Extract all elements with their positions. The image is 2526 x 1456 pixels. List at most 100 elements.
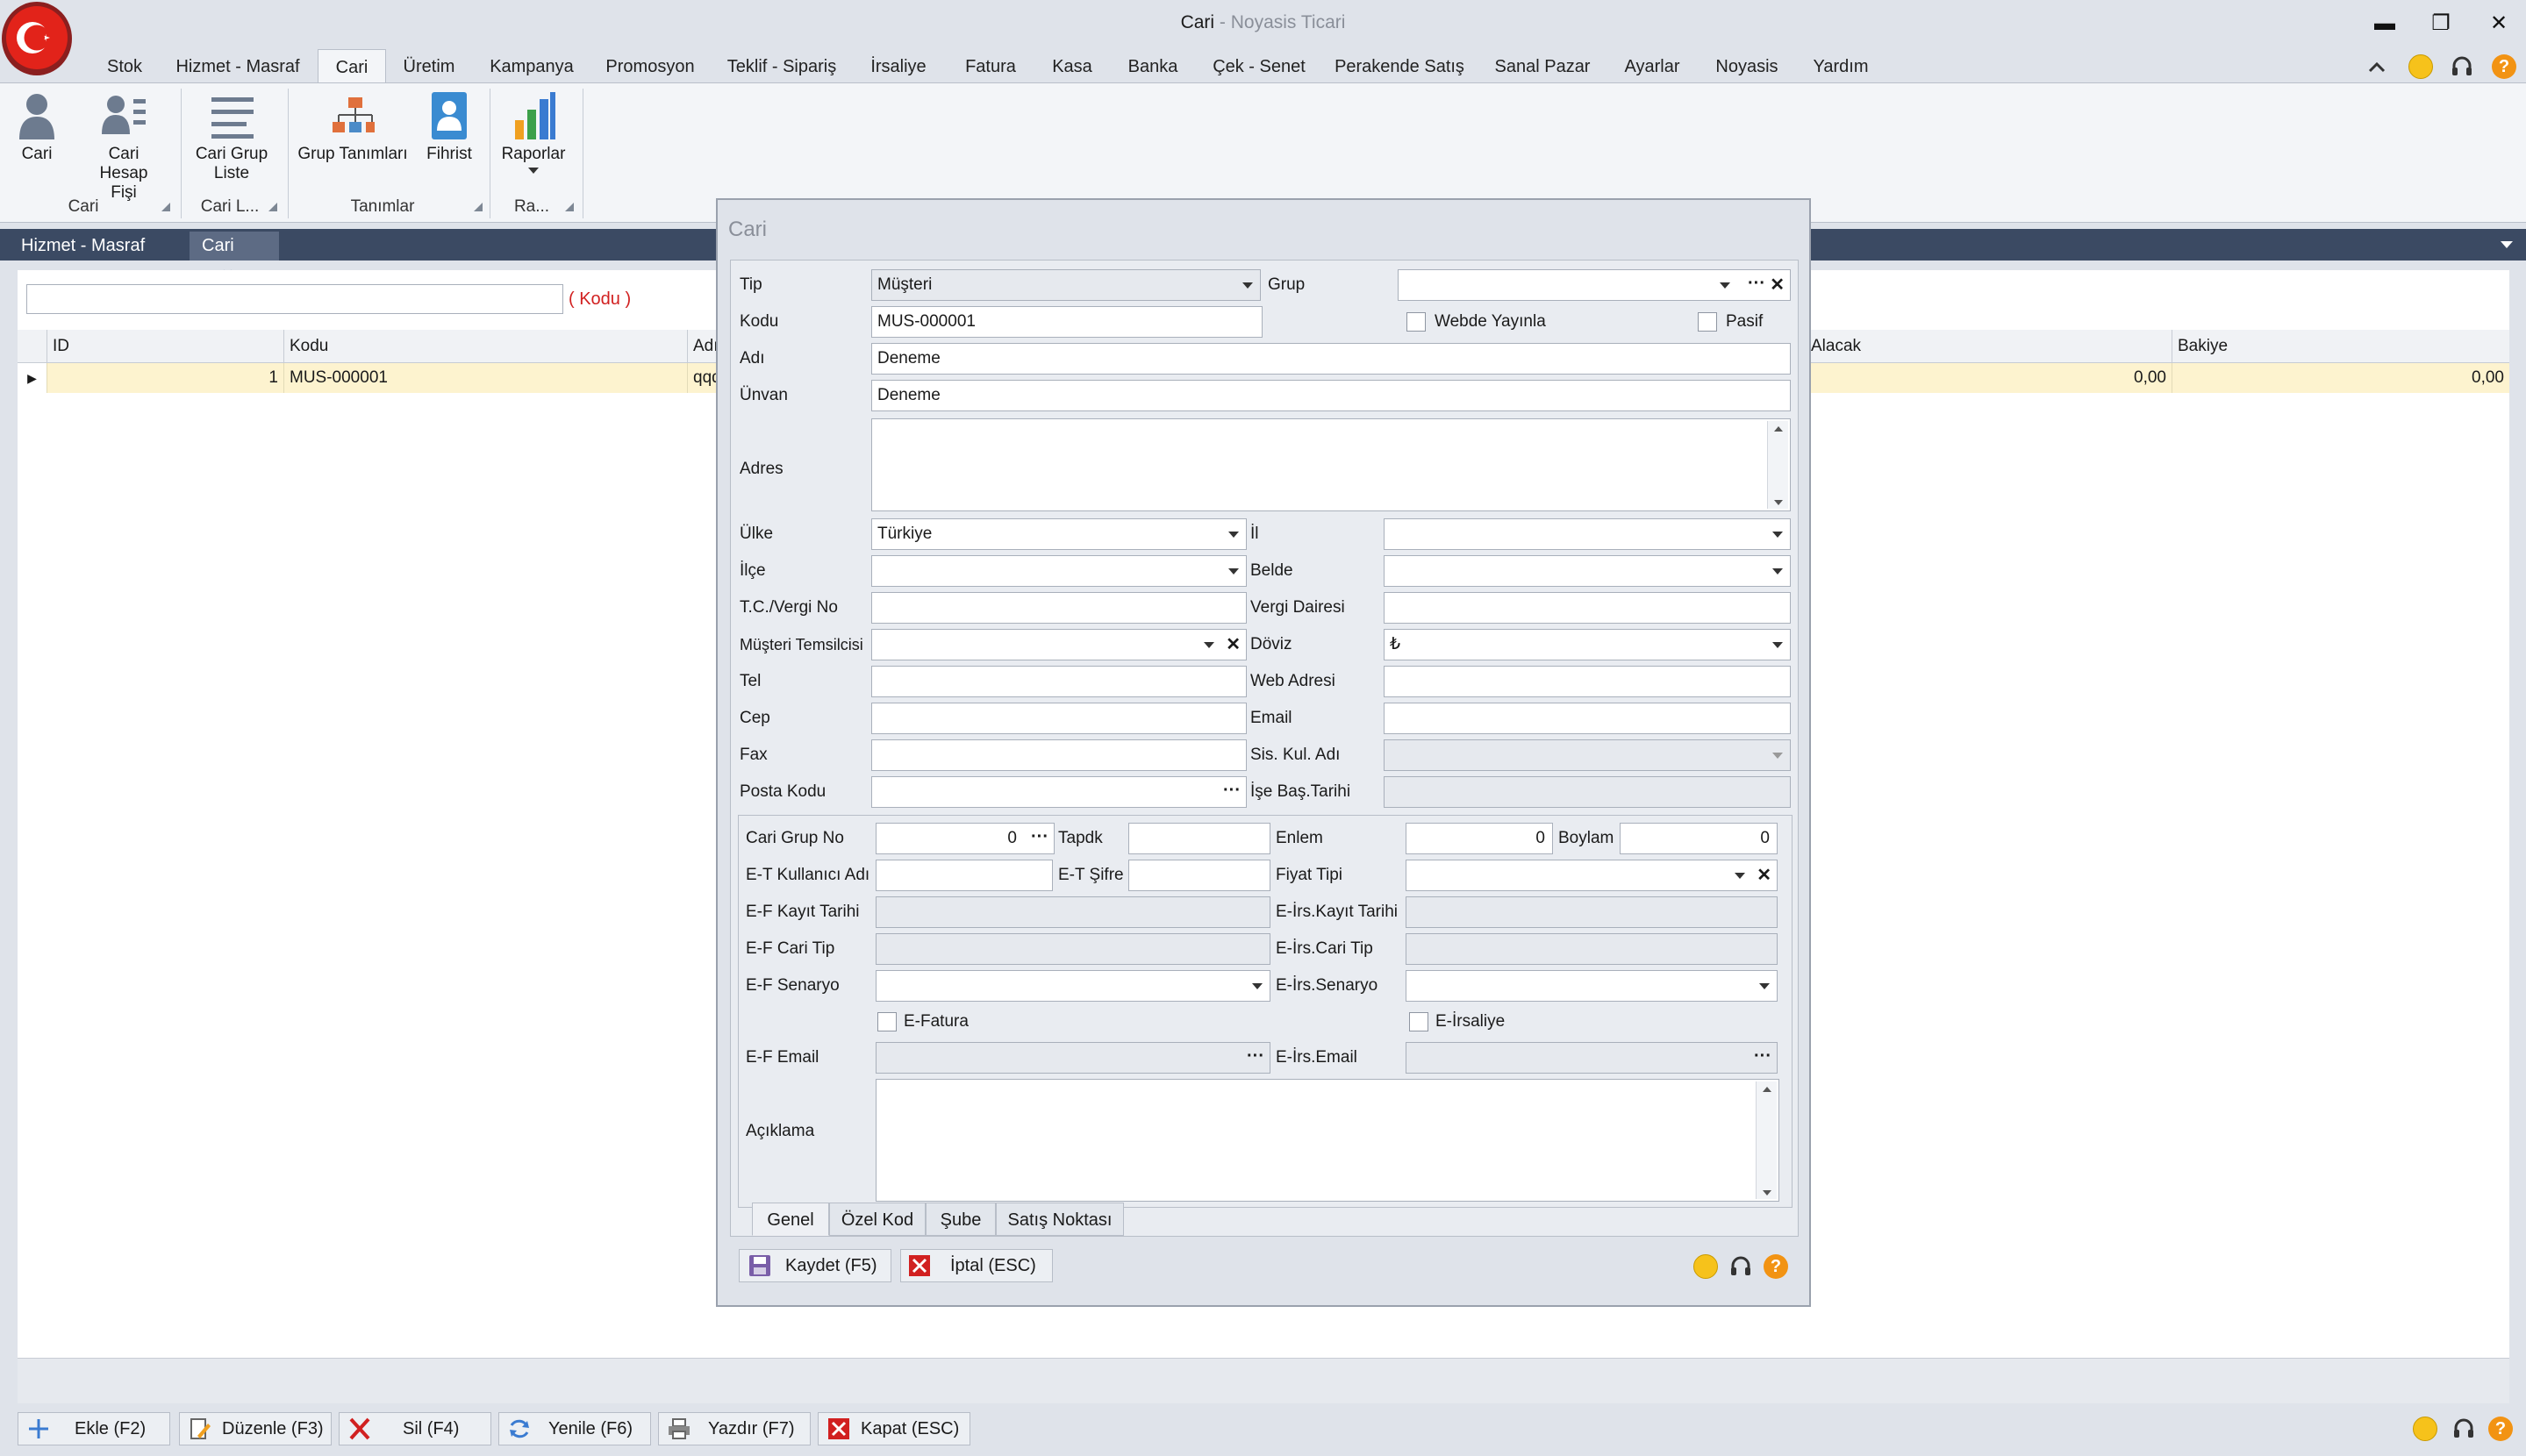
- ribbon-cari-grup-liste-button[interactable]: Cari Grup Liste: [186, 90, 277, 187]
- ribbon-cari-hesap-fisi-button[interactable]: Cari Hesap Fişi: [77, 90, 170, 202]
- collapse-ribbon-icon[interactable]: [2366, 58, 2387, 75]
- help-icon[interactable]: ?: [1764, 1254, 1788, 1279]
- ellipsis-icon[interactable]: ···: [1748, 270, 1765, 296]
- email-input[interactable]: [1384, 703, 1791, 734]
- eirs-email-field[interactable]: ···: [1406, 1042, 1778, 1074]
- adi-input[interactable]: [871, 343, 1791, 375]
- cep-input[interactable]: [871, 703, 1247, 734]
- ribbon-grup-tanimlari-button[interactable]: Grup Tanımları: [295, 90, 411, 187]
- menu-perakende-satis[interactable]: Perakende Satış: [1334, 49, 1465, 84]
- save-button[interactable]: Kaydet (F5): [739, 1249, 891, 1282]
- enlem-input[interactable]: 0: [1406, 823, 1553, 854]
- menu-promosyon[interactable]: Promosyon: [600, 49, 700, 84]
- menu-banka[interactable]: Banka: [1121, 49, 1184, 84]
- menu-kampanya[interactable]: Kampanya: [483, 49, 581, 84]
- et-kullanici-adi-input[interactable]: [876, 860, 1053, 891]
- posta-kodu-input[interactable]: ···: [871, 776, 1247, 808]
- ellipsis-icon[interactable]: ···: [1754, 1043, 1771, 1069]
- menu-stok[interactable]: Stok: [98, 49, 151, 84]
- subtab-satis-noktasi[interactable]: Satış Noktası: [996, 1203, 1124, 1236]
- close-window-button[interactable]: ✕: [2474, 7, 2523, 40]
- restore-button[interactable]: ❐: [2416, 7, 2465, 40]
- tel-input[interactable]: [871, 666, 1247, 697]
- ribbon-raporlar-button[interactable]: Raporlar: [493, 90, 574, 187]
- clear-icon[interactable]: ✕: [1226, 630, 1241, 660]
- ulke-select[interactable]: Türkiye: [871, 518, 1247, 550]
- menu-kasa[interactable]: Kasa: [1044, 49, 1100, 84]
- menu-cek-senet[interactable]: Çek - Senet: [1207, 49, 1311, 84]
- headset-icon[interactable]: [1728, 1254, 1753, 1279]
- ef-email-field[interactable]: ···: [876, 1042, 1270, 1074]
- efatura-checkbox[interactable]: [877, 1012, 897, 1031]
- column-id[interactable]: ID: [47, 330, 284, 363]
- ellipsis-icon[interactable]: ···: [1223, 777, 1241, 803]
- eirs-senaryo-select[interactable]: [1406, 970, 1778, 1002]
- headset-icon[interactable]: [2450, 54, 2474, 79]
- webde-yayinla-checkbox[interactable]: [1406, 312, 1426, 332]
- grup-select[interactable]: ··· ✕: [1398, 269, 1791, 301]
- tc-vergi-no-input[interactable]: [871, 592, 1247, 624]
- subtab-sube[interactable]: Şube: [926, 1203, 996, 1236]
- pasif-checkbox[interactable]: [1698, 312, 1717, 332]
- group-launcher-icon[interactable]: [268, 203, 277, 211]
- ilce-select[interactable]: [871, 555, 1247, 587]
- menu-hizmet-masraf[interactable]: Hizmet - Masraf: [172, 49, 304, 84]
- search-input[interactable]: [26, 284, 563, 314]
- eirsaliye-checkbox[interactable]: [1409, 1012, 1428, 1031]
- cancel-button[interactable]: İptal (ESC): [900, 1249, 1053, 1282]
- menu-teklif-siparis[interactable]: Teklif - Sipariş: [725, 49, 839, 84]
- help-icon[interactable]: ?: [2488, 1417, 2513, 1441]
- close-button[interactable]: Kapat (ESC): [818, 1412, 970, 1445]
- tab-hizmet-masraf[interactable]: Hizmet - Masraf: [9, 232, 157, 261]
- cari-grup-no-input[interactable]: 0 ···: [876, 823, 1055, 854]
- ribbon-cari-button[interactable]: Cari: [9, 90, 65, 187]
- boylam-input[interactable]: 0: [1620, 823, 1778, 854]
- ribbon-fihrist-button[interactable]: Fihrist: [418, 90, 481, 187]
- aciklama-textarea[interactable]: [876, 1079, 1779, 1202]
- column-kodu[interactable]: Kodu: [284, 330, 688, 363]
- smiley-icon[interactable]: [2408, 54, 2433, 79]
- vergi-dairesi-input[interactable]: [1384, 592, 1791, 624]
- clear-icon[interactable]: ✕: [1770, 270, 1785, 300]
- ellipsis-icon[interactable]: ···: [1247, 1043, 1264, 1069]
- tab-cari[interactable]: Cari ✕: [190, 232, 279, 283]
- group-launcher-icon[interactable]: [565, 203, 574, 211]
- help-icon[interactable]: ?: [2492, 54, 2516, 79]
- group-launcher-icon[interactable]: [161, 203, 170, 211]
- column-alacak[interactable]: Alacak: [1806, 330, 2172, 363]
- belde-select[interactable]: [1384, 555, 1791, 587]
- menu-sanal-pazar[interactable]: Sanal Pazar: [1492, 49, 1593, 84]
- tapdk-input[interactable]: [1128, 823, 1270, 854]
- ef-senaryo-select[interactable]: [876, 970, 1270, 1002]
- doviz-select[interactable]: ₺: [1384, 629, 1791, 660]
- il-select[interactable]: [1384, 518, 1791, 550]
- menu-yardim[interactable]: Yardım: [1806, 49, 1876, 84]
- refresh-button[interactable]: Yenile (F6): [498, 1412, 651, 1445]
- web-adresi-input[interactable]: [1384, 666, 1791, 697]
- kodu-input[interactable]: [871, 306, 1263, 338]
- minimize-button[interactable]: ▬: [2360, 7, 2409, 40]
- fiyat-tipi-select[interactable]: ✕: [1406, 860, 1778, 891]
- scrollbar[interactable]: [1767, 421, 1788, 509]
- et-sifre-input[interactable]: [1128, 860, 1270, 891]
- subtab-ozel-kod[interactable]: Özel Kod: [829, 1203, 926, 1236]
- column-bakiye[interactable]: Bakiye: [2172, 330, 2509, 363]
- edit-button[interactable]: Düzenle (F3): [179, 1412, 332, 1445]
- fax-input[interactable]: [871, 739, 1247, 771]
- menu-uretim[interactable]: Üretim: [397, 49, 462, 84]
- menu-noyasis[interactable]: Noyasis: [1709, 49, 1785, 84]
- menu-irsaliye[interactable]: İrsaliye: [863, 49, 934, 84]
- app-logo[interactable]: [2, 2, 72, 75]
- musteri-temsilcisi-select[interactable]: ✕: [871, 629, 1247, 660]
- menu-fatura[interactable]: Fatura: [956, 49, 1025, 84]
- smiley-icon[interactable]: [2413, 1417, 2437, 1441]
- add-button[interactable]: Ekle (F2): [18, 1412, 170, 1445]
- scrollbar[interactable]: [1756, 1081, 1777, 1199]
- headset-icon[interactable]: [2451, 1417, 2476, 1441]
- menu-cari[interactable]: Cari: [318, 49, 386, 86]
- tip-select[interactable]: Müşteri: [871, 269, 1261, 301]
- unvan-input[interactable]: [871, 380, 1791, 411]
- menu-ayarlar[interactable]: Ayarlar: [1618, 49, 1686, 84]
- adres-textarea[interactable]: [871, 418, 1791, 511]
- ellipsis-icon[interactable]: ···: [1031, 824, 1048, 850]
